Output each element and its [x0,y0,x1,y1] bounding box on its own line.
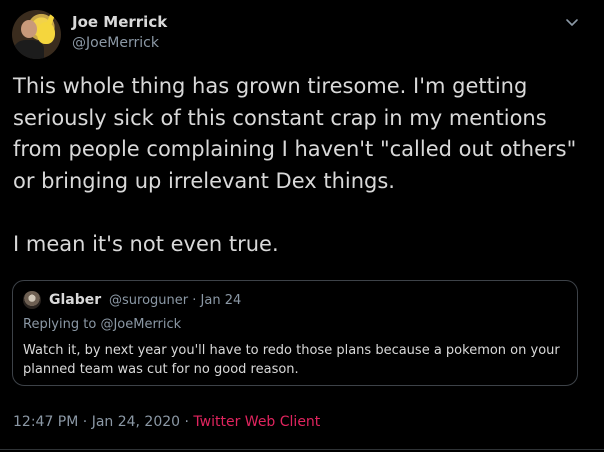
chevron-down-icon[interactable] [564,14,580,30]
avatar-face-shape [21,20,37,38]
footer-separator: · [82,414,88,430]
quoted-tweet[interactable]: Glaber @suroguner · Jan 24 Replying to @… [12,280,578,386]
tweet-client-link[interactable]: Twitter Web Client [193,414,320,430]
quoted-replying-to: Replying to @JoeMerrick [23,317,181,332]
quoted-replying-handle: @JoeMerrick [100,317,182,332]
quoted-date: Jan 24 [200,293,242,308]
tweet-date[interactable]: Jan 24, 2020 [92,414,180,430]
quoted-meta-separator: · [192,293,197,308]
quoted-author-name: Glaber [49,292,102,308]
quoted-author-handle: @suroguner [109,293,189,308]
quoted-meta: @suroguner · Jan 24 [109,293,241,308]
quoted-text: Watch it, by next year you'll have to re… [23,343,560,377]
tweet: Joe Merrick @JoeMerrick This whole thing… [0,0,604,452]
avatar-pikachu-ear-shape [46,13,55,27]
tweet-time[interactable]: 12:47 PM [13,414,78,430]
author-name[interactable]: Joe Merrick [72,13,167,31]
footer-separator-2: · [184,414,189,430]
quoted-author-avatar [23,291,41,309]
tweet-footer: 12:47 PM · Jan 24, 2020 · Twitter Web Cl… [13,414,320,430]
author-handle[interactable]: @JoeMerrick [72,35,159,51]
quoted-replying-label: Replying to [23,317,97,332]
author-avatar[interactable] [12,10,61,59]
avatar-body-shape [14,40,44,59]
bottom-divider [0,449,604,450]
avatar-pikachu-shape [37,22,55,44]
tweet-text: This whole thing has grown tiresome. I'm… [13,74,577,256]
